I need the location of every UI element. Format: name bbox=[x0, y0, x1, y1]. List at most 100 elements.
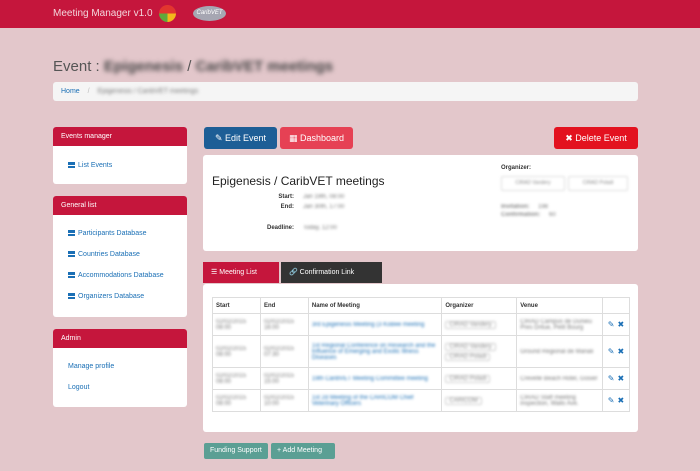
confirmation-value: 60 bbox=[549, 212, 556, 218]
organizer-tag: CIRAD Poladi bbox=[568, 176, 628, 191]
venue-cell: CIRAD Staff meeting inspection, Wailo Av… bbox=[520, 394, 579, 407]
breadcrumb-home[interactable]: Home bbox=[61, 88, 80, 95]
event-title: Epigenesis / CaribVET meetings bbox=[212, 174, 385, 188]
list-icon bbox=[68, 251, 75, 258]
tab-label: Meeting List bbox=[219, 269, 257, 276]
meeting-name-link[interactable]: 3rd Epigenesis Meeting (3 KoBee meeting bbox=[312, 322, 424, 328]
edit-icon[interactable]: ✎ bbox=[608, 396, 615, 405]
sidebar-item-label: Participants Database bbox=[78, 230, 147, 237]
list-icon bbox=[68, 293, 75, 300]
table-header-row: Start End Name of Meeting Organizer Venu… bbox=[212, 297, 631, 314]
page-title-part1: Epigenesis bbox=[103, 58, 184, 75]
column-header[interactable]: Name of Meeting bbox=[307, 297, 443, 314]
invitation-label: Invitation: bbox=[501, 204, 530, 210]
top-navbar: Meeting Manager v1.0 CaribVET bbox=[0, 0, 700, 28]
organizer-tag: CIRAD Vandery bbox=[445, 320, 496, 329]
end-cell: 02/02/2015 10:00 bbox=[263, 394, 294, 407]
list-icon bbox=[68, 230, 75, 237]
sidebar-item-label: Organizers Database bbox=[78, 293, 145, 300]
delete-event-label: Delete Event bbox=[575, 133, 627, 143]
meeting-name-link[interactable]: 1st 2d Meeting of the CARICOM Chief Vete… bbox=[312, 395, 414, 407]
edit-icon: ✎ bbox=[214, 133, 223, 143]
link-icon: 🔗 bbox=[289, 269, 298, 276]
sidebar-item-manage-profile[interactable]: Manage profile bbox=[53, 356, 187, 377]
organizer-tag: CARICOM bbox=[445, 396, 482, 405]
table-row: 02/02/2015 08:00 02/02/2015 10:00 1st 2d… bbox=[212, 389, 631, 412]
start-cell: 02/02/2015 08:00 bbox=[216, 318, 247, 331]
app-title[interactable]: Meeting Manager v1.0 bbox=[53, 8, 153, 19]
delete-icon[interactable]: ✖ bbox=[617, 347, 624, 356]
page-title-part2: CaribVET meetings bbox=[195, 58, 334, 75]
venue-cell: Ground Regional de Manali bbox=[520, 348, 594, 355]
organizer-tag: CIRAD Poladi bbox=[445, 352, 491, 361]
sidebar-item-participants[interactable]: Participants Database bbox=[53, 223, 187, 244]
column-header[interactable]: Organizer bbox=[441, 297, 518, 314]
sidebar-item-label: List Events bbox=[78, 162, 113, 169]
dashboard-button[interactable]: ▦ Dashboard bbox=[280, 127, 353, 149]
end-value: Jan 30th, 17:00 bbox=[303, 204, 345, 210]
sidebar-item-list-events[interactable]: List Events bbox=[53, 155, 187, 176]
column-header[interactable]: Venue bbox=[516, 297, 603, 314]
caribvet-logo: CaribVET bbox=[193, 6, 226, 21]
breadcrumb-current: Epigenesis / CaribVET meetings bbox=[97, 88, 199, 95]
panel-heading: General list bbox=[53, 196, 187, 215]
page-title-prefix: Event : bbox=[53, 58, 100, 75]
edit-icon[interactable]: ✎ bbox=[608, 347, 615, 356]
meeting-table: Start End Name of Meeting Organizer Venu… bbox=[212, 297, 631, 412]
column-header[interactable]: Start bbox=[212, 297, 261, 314]
page-title: Event : Epigenesis / CaribVET meetings bbox=[53, 58, 333, 75]
sidebar-item-organizers[interactable]: Organizers Database bbox=[53, 286, 187, 307]
epigenesis-logo bbox=[159, 5, 176, 22]
add-meeting-button[interactable]: + Add Meeting bbox=[271, 443, 335, 459]
start-label: Start: bbox=[278, 194, 294, 200]
close-icon: ✖ bbox=[565, 133, 573, 143]
sidebar-item-accommodations[interactable]: Accommodations Database bbox=[53, 265, 187, 286]
events-manager-panel: Events manager List Events bbox=[53, 127, 187, 184]
end-cell: 02/02/2015 16:00 bbox=[263, 318, 294, 331]
funding-support-button[interactable]: Funding Support bbox=[204, 443, 268, 459]
tab-label: Confirmation Link bbox=[299, 269, 355, 276]
delete-event-button[interactable]: ✖ Delete Event bbox=[554, 127, 638, 149]
edit-event-button[interactable]: ✎ Edit Event bbox=[204, 127, 277, 149]
meeting-name-link[interactable]: 19th CaribVET Meeting Committee meeting bbox=[312, 376, 428, 382]
delete-icon[interactable]: ✖ bbox=[617, 396, 624, 405]
edit-event-label: Edit Event bbox=[225, 133, 267, 143]
organizer-tag: CIRAD Vandery bbox=[445, 342, 496, 351]
dashboard-icon: ▦ bbox=[288, 133, 298, 143]
invitation-value: 198 bbox=[538, 204, 549, 210]
list-icon bbox=[68, 162, 75, 169]
list-icon bbox=[68, 272, 75, 279]
sidebar-item-logout[interactable]: Logout bbox=[53, 377, 187, 398]
edit-icon[interactable]: ✎ bbox=[608, 320, 615, 329]
general-list-panel: General list Participants Database Count… bbox=[53, 196, 187, 317]
end-cell: 02/02/2015 07:30 bbox=[263, 345, 294, 358]
breadcrumb: Home / Epigenesis / CaribVET meetings bbox=[53, 82, 638, 101]
delete-icon[interactable]: ✖ bbox=[617, 320, 624, 329]
sidebar-item-label: Countries Database bbox=[78, 251, 140, 258]
tab-confirmation-link[interactable]: 🔗 Confirmation Link144 bbox=[281, 262, 382, 299]
event-details-card bbox=[203, 155, 638, 251]
dashboard-label: Dashboard bbox=[300, 133, 345, 143]
table-row: 02/02/2015 08:00 02/02/2015 07:30 1st Re… bbox=[212, 335, 631, 368]
deadline-value: Today, 12:00 bbox=[303, 225, 337, 231]
column-header[interactable]: End bbox=[259, 297, 309, 314]
actions-header bbox=[601, 297, 631, 314]
sidebar-item-countries[interactable]: Countries Database bbox=[53, 244, 187, 265]
delete-icon[interactable]: ✖ bbox=[617, 374, 624, 383]
organizer-tag: CIRAD Vandery bbox=[501, 176, 565, 191]
table-row: 02/02/2015 08:00 02/02/2015 16:00 3rd Ep… bbox=[212, 313, 631, 336]
start-cell: 02/02/2015 08:00 bbox=[216, 372, 247, 385]
meeting-name-link[interactable]: 1st Regional Conference on Research and … bbox=[312, 343, 435, 361]
list-icon: ☰ bbox=[211, 269, 218, 276]
end-cell: 02/02/2015 15:00 bbox=[263, 372, 294, 385]
add-meeting-label: Add Meeting bbox=[282, 447, 322, 454]
panel-heading: Admin bbox=[53, 329, 187, 348]
venue-cell: CIRAD Campus de Dunieu Pres Dritue, Peti… bbox=[520, 318, 592, 331]
start-value: Jan 19th, 08:00 bbox=[303, 194, 345, 200]
confirmation-label: Confirmation: bbox=[501, 212, 541, 218]
organizer-tag: CIRAD Poladi bbox=[445, 374, 491, 383]
table-row: 02/02/2015 08:00 02/02/2015 15:00 19th C… bbox=[212, 367, 631, 390]
tab-meeting-list[interactable]: ☰ Meeting List4 bbox=[203, 262, 279, 299]
plus-icon: + bbox=[277, 447, 282, 454]
edit-icon[interactable]: ✎ bbox=[608, 374, 615, 383]
